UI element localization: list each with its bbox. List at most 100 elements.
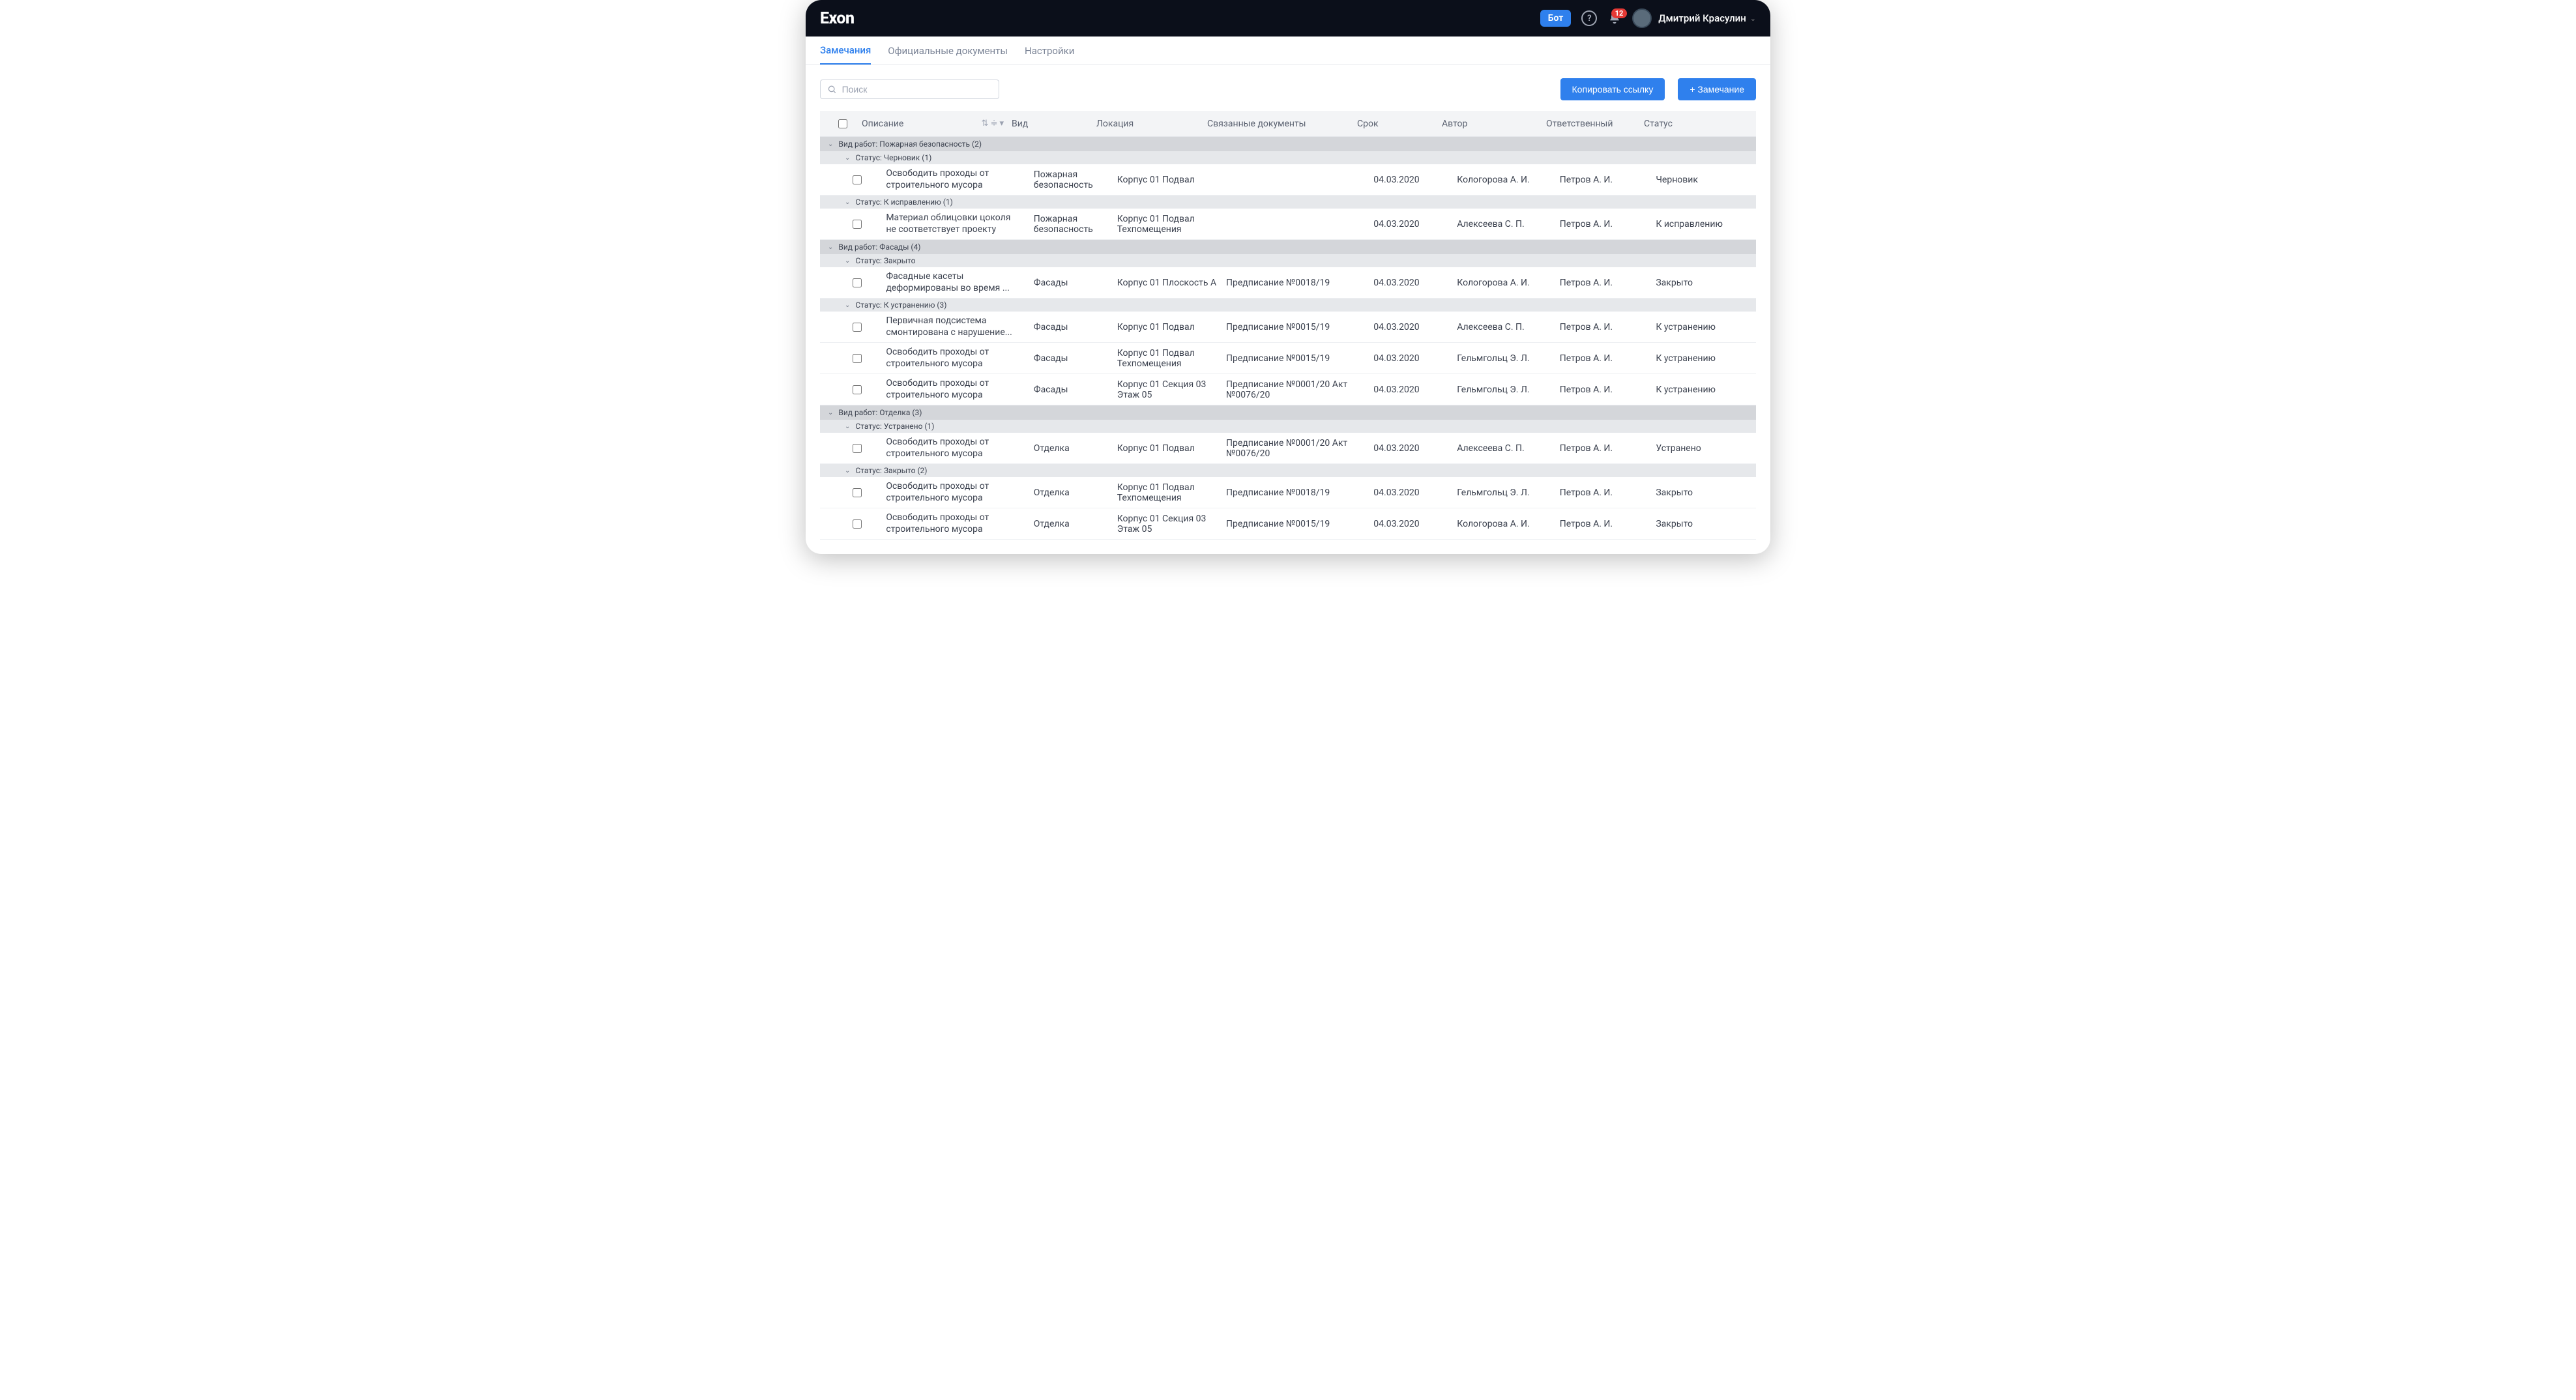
subgroup-title: Статус: К устранению (3) (855, 300, 946, 310)
cell-author: Алексеева С. П. (1453, 322, 1555, 332)
cell-status: Закрыто (1652, 488, 1748, 498)
cell-status: К устранению (1652, 353, 1748, 364)
table-body: ⌄Вид работ: Пожарная безопасность (2)⌄Ст… (820, 137, 1756, 540)
cell-location: Корпус 01 Подвал Техпомещения (1113, 482, 1222, 503)
chevron-down-icon: ⌄ (845, 467, 850, 474)
cell-author: Гельмгольц Э. Л. (1453, 385, 1555, 395)
group-row[interactable]: ⌄Вид работ: Отделка (3) (820, 405, 1756, 420)
cell-kind: Фасады (1030, 322, 1113, 332)
nav-tab[interactable]: Официальные документы (888, 36, 1008, 65)
cell-deadline: 04.03.2020 (1369, 385, 1453, 395)
col-responsible-label[interactable]: Ответственный (1542, 119, 1640, 129)
chevron-down-icon: ⌄ (828, 141, 833, 148)
row-checkbox[interactable] (853, 354, 862, 363)
chevron-down-icon: ⌄ (828, 244, 833, 251)
notifications-badge: 12 (1611, 8, 1628, 18)
table-row[interactable]: Материал облицовки цоколя не соответству… (820, 209, 1756, 240)
add-note-button[interactable]: + Замечание (1678, 78, 1756, 100)
select-all-checkbox[interactable] (838, 119, 847, 128)
user-name[interactable]: Дмитрий Красулин (1658, 12, 1746, 24)
chevron-down-icon: ⌄ (845, 302, 850, 309)
cell-responsible: Петров А. И. (1556, 519, 1652, 529)
cell-documents: Предписание №0001/20 Акт №0076/20 (1222, 379, 1369, 400)
cell-author: Кологорова А. И. (1453, 519, 1555, 529)
cell-description: Освободить проходы от строительного мусо… (882, 512, 1029, 535)
cell-status: Закрыто (1652, 519, 1748, 529)
cell-status: Черновик (1652, 175, 1748, 185)
col-author-label[interactable]: Автор (1438, 119, 1542, 129)
topbar: Exon Бот ? 12 Дмитрий Красулин ⌄ (806, 0, 1770, 36)
subgroup-row[interactable]: ⌄Статус: Черновик (1) (820, 151, 1756, 164)
filter-icon[interactable]: ▾ (999, 119, 1004, 128)
col-kind-label[interactable]: Вид (1008, 119, 1092, 129)
cell-deadline: 04.03.2020 (1369, 278, 1453, 288)
row-checkbox[interactable] (853, 385, 862, 394)
chevron-down-icon: ⌄ (845, 154, 850, 162)
row-checkbox[interactable] (853, 519, 862, 529)
subgroup-title: Статус: Устранено (1) (855, 422, 934, 431)
cell-location: Корпус 01 Подвал (1113, 175, 1222, 185)
cell-status: К устранению (1652, 322, 1748, 332)
subgroup-row[interactable]: ⌄ Статус: Устранено (1) (820, 420, 1756, 433)
chevron-down-icon[interactable]: ⌄ (1750, 14, 1756, 23)
subgroup-row[interactable]: ⌄Статус: К исправлению (1) (820, 196, 1756, 209)
col-deadline-label[interactable]: Срок (1353, 119, 1438, 129)
table-row[interactable]: Освободить проходы от строительного мусо… (820, 433, 1756, 464)
col-documents-label[interactable]: Связанные документы (1203, 119, 1353, 129)
cell-documents: Предписание №0015/19 (1222, 519, 1369, 529)
cell-deadline: 04.03.2020 (1369, 443, 1453, 454)
cell-documents: Предписание №0018/19 (1222, 488, 1369, 498)
table-row[interactable]: Освободить проходы от строительного мусо… (820, 343, 1756, 374)
cell-description: Освободить проходы от строительного мусо… (882, 437, 1029, 459)
search-icon (827, 84, 837, 95)
cell-kind: Фасады (1030, 385, 1113, 395)
cell-responsible: Петров А. И. (1556, 278, 1652, 288)
filter-indicator-icon[interactable]: ≑ (991, 119, 998, 128)
cell-location: Корпус 01 Плоскость А (1113, 278, 1222, 288)
row-checkbox[interactable] (853, 323, 862, 332)
row-checkbox[interactable] (853, 175, 862, 184)
search-input[interactable] (842, 84, 992, 95)
row-checkbox[interactable] (853, 278, 862, 287)
subgroup-row[interactable]: ⌄Статус: Закрыто (820, 254, 1756, 267)
cell-deadline: 04.03.2020 (1369, 519, 1453, 529)
cell-kind: Фасады (1030, 278, 1113, 288)
col-location-label[interactable]: Локация (1092, 119, 1203, 129)
cell-description: Материал облицовки цоколя не соответству… (882, 212, 1029, 235)
table-row[interactable]: Первичная подсистема смонтирована с нару… (820, 312, 1756, 343)
cell-kind: Отделка (1030, 519, 1113, 529)
row-checkbox[interactable] (853, 488, 862, 497)
table-row[interactable]: Освободить проходы от строительного мусо… (820, 508, 1756, 540)
group-row[interactable]: ⌄Вид работ: Фасады (4) (820, 240, 1756, 254)
chevron-down-icon: ⌄ (845, 257, 850, 265)
bot-button[interactable]: Бот (1540, 10, 1572, 27)
col-status-label[interactable]: Статус (1640, 119, 1738, 129)
cell-status: Закрыто (1652, 278, 1748, 288)
cell-description: Освободить проходы от строительного мусо… (882, 481, 1029, 504)
table-row[interactable]: Фасадные касеты деформированы во время .… (820, 267, 1756, 299)
subgroup-row[interactable]: ⌄Статус: Закрыто (2) (820, 464, 1756, 477)
cell-responsible: Петров А. И. (1556, 385, 1652, 395)
cell-kind: Отделка (1030, 443, 1113, 454)
avatar[interactable] (1632, 8, 1652, 28)
table-row[interactable]: Освободить проходы от строительного мусо… (820, 164, 1756, 196)
nav-tab[interactable]: Настройки (1025, 36, 1074, 65)
help-icon[interactable]: ? (1581, 10, 1597, 26)
cell-location: Корпус 01 Подвал (1113, 443, 1222, 454)
cell-responsible: Петров А. И. (1556, 353, 1652, 364)
cell-kind: Пожарная безопасность (1030, 169, 1113, 190)
col-description-label[interactable]: Описание (862, 119, 903, 129)
chevron-down-icon: ⌄ (845, 423, 850, 430)
row-checkbox[interactable] (853, 220, 862, 229)
table-row[interactable]: Освободить проходы от строительного мусо… (820, 374, 1756, 405)
search-box[interactable] (820, 80, 999, 99)
group-row[interactable]: ⌄Вид работ: Пожарная безопасность (2) (820, 137, 1756, 151)
row-checkbox[interactable] (853, 444, 862, 453)
notifications-button[interactable]: 12 (1607, 11, 1622, 25)
copy-link-button[interactable]: Копировать ссылку (1560, 78, 1665, 100)
nav-tab[interactable]: Замечания (820, 36, 871, 65)
cell-documents: Предписание №0015/19 (1222, 353, 1369, 364)
table-row[interactable]: Освободить проходы от строительного мусо… (820, 477, 1756, 508)
sort-icon[interactable]: ⇅ (982, 119, 989, 128)
subgroup-row[interactable]: ⌄ Статус: К устранению (3) (820, 299, 1756, 312)
